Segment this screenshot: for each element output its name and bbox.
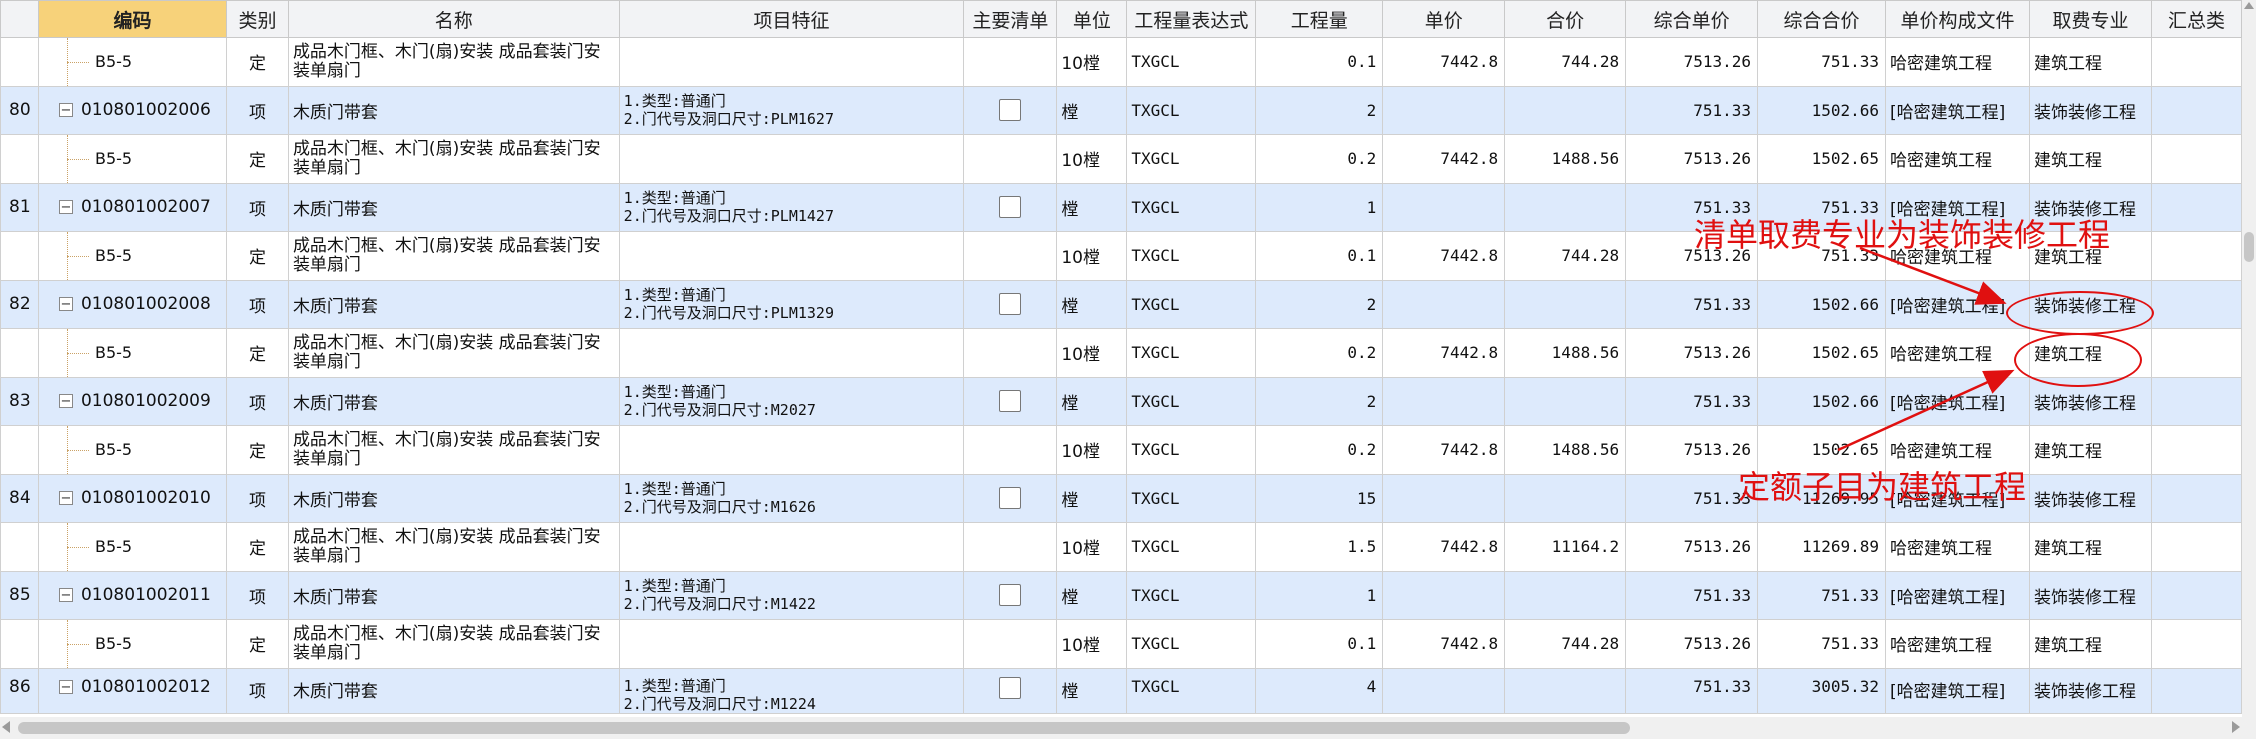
vertical-scrollbar[interactable] [2242, 0, 2256, 717]
scroll-left-icon[interactable] [2, 721, 10, 733]
arrow-to-quota-fee [1837, 369, 2015, 452]
annotation-quota-fee: 定额子目为建筑工程 [1738, 468, 2027, 506]
highlight-ring-item-fee [2006, 291, 2154, 335]
horizontal-scrollbar[interactable] [0, 717, 2256, 739]
highlight-ring-quota-fee [2014, 333, 2142, 387]
scroll-right-icon[interactable] [2232, 721, 2240, 733]
scroll-up-icon[interactable] [2244, 2, 2254, 9]
annotation-arrows [1837, 246, 2015, 452]
vertical-scroll-thumb[interactable] [2244, 232, 2254, 262]
arrow-to-item-fee [1859, 246, 2007, 305]
horizontal-scroll-thumb[interactable] [18, 722, 1630, 734]
annotation-item-fee: 清单取费专业为装饰装修工程 [1694, 216, 2111, 254]
